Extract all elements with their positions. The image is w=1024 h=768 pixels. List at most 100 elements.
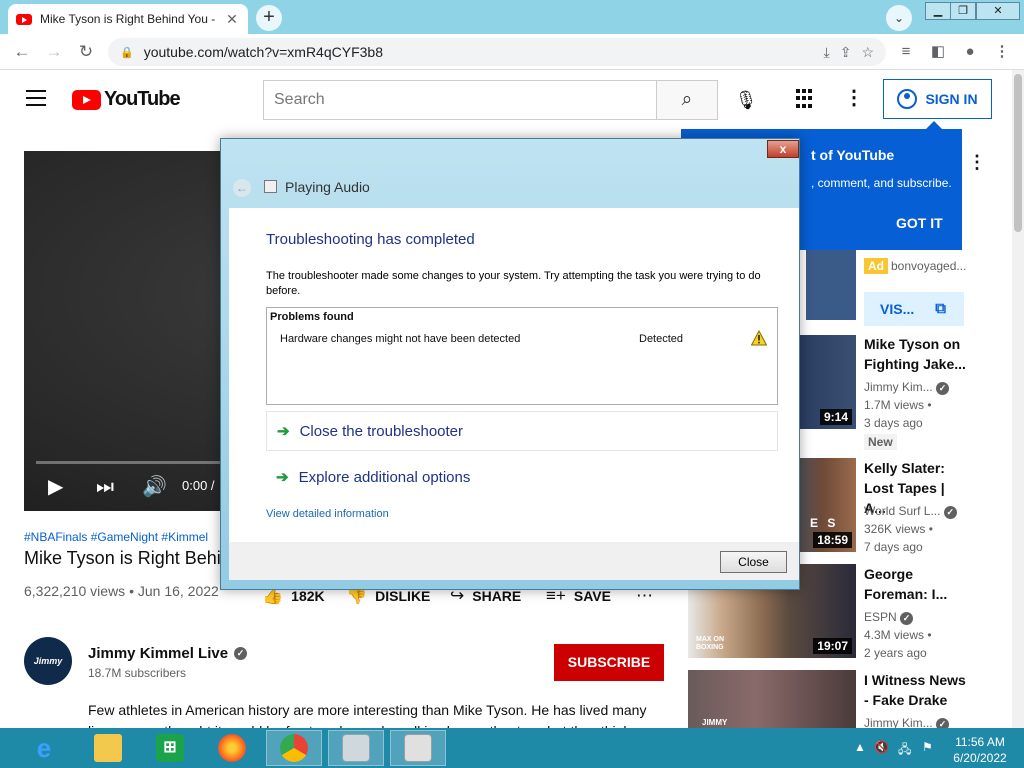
dialog-heading: Troubleshooting has completed <box>266 231 475 248</box>
recommendation-title[interactable]: George Foreman: I... <box>864 564 968 604</box>
chrome-icon <box>280 734 308 762</box>
taskbar-explorer[interactable] <box>80 730 136 766</box>
close-troubleshooter-option[interactable]: ➔ Close the troubleshooter <box>266 411 778 451</box>
chrome-menu-icon[interactable]: ⋮ <box>992 42 1012 62</box>
next-video-icon[interactable]: ⏭ <box>96 475 114 499</box>
windows-taskbar: e ⊞ ▲ 🔇 🖧 ⚑ <box>0 728 1024 768</box>
recommendation-channel[interactable]: Jimmy Kim... <box>864 380 933 394</box>
thumbnail-overlay-text: E S <box>810 516 839 530</box>
dislike-label: DISLIKE <box>375 588 431 604</box>
lock-icon: 🔒 <box>120 46 134 59</box>
recommendation-title[interactable]: Mike Tyson on Fighting Jake... <box>864 334 968 374</box>
recommendation-views: 326K views • <box>864 522 933 536</box>
new-tab-button[interactable]: + <box>256 5 282 31</box>
explore-options-option[interactable]: ➔ Explore additional options <box>266 457 778 497</box>
taskbar-chrome[interactable] <box>266 730 322 766</box>
back-arrow-icon[interactable]: ← <box>233 179 251 197</box>
apps-grid-icon[interactable] <box>796 89 816 109</box>
share-label: SHARE <box>472 588 522 604</box>
recommendation-title[interactable]: I Witness News - Fake Drake <box>864 670 968 710</box>
channel-name-row[interactable]: Jimmy Kimmel Live ✓ <box>88 645 248 662</box>
page-scrollbar[interactable] <box>1012 70 1024 728</box>
option-label: Close the troubleshooter <box>299 422 464 440</box>
sign-in-button[interactable]: SIGN IN <box>883 79 992 119</box>
view-details-link[interactable]: View detailed information <box>266 508 389 520</box>
recommendation-thumbnail[interactable]: JIMMY <box>688 670 856 728</box>
account-circle-icon <box>897 89 918 109</box>
problem-status: Detected <box>639 333 684 345</box>
recommendation-channel[interactable]: World Surf L... <box>864 504 940 518</box>
thumbnail-overlay-text: JIMMY <box>702 718 728 727</box>
close-button[interactable]: Close <box>720 551 787 573</box>
restore-button[interactable]: ❐ <box>950 2 976 20</box>
tab-close-icon[interactable]: ✕ <box>224 11 240 28</box>
subscriber-count: 18.7M subscribers <box>88 666 187 680</box>
recommendation-views: 1.7M views • <box>864 398 932 412</box>
taskbar-ie[interactable]: e <box>16 730 72 766</box>
recommendation-more-icon[interactable]: ⋮ <box>968 152 986 173</box>
show-hidden-icons-icon[interactable]: ▲ <box>854 740 866 754</box>
windows-store-icon: ⊞ <box>156 734 184 762</box>
taskbar-store[interactable]: ⊞ <box>142 730 198 766</box>
action-center-icon[interactable]: ⚑ <box>922 740 933 754</box>
clock-time: 11:56 AM <box>955 735 1005 749</box>
option-label: Explore additional options <box>298 468 471 486</box>
microphone-icon[interactable]: 🎙 <box>734 88 758 112</box>
recommendation-channel-row: Jimmy Kim... ✓ <box>864 378 950 396</box>
video-title: Mike Tyson is Right Behind You <box>24 548 224 568</box>
recommendation-age: 3 days ago <box>864 416 923 430</box>
recommendation-age: 7 days ago <box>864 540 923 554</box>
video-description[interactable]: Few athletes in American history are mor… <box>88 700 658 728</box>
channel-avatar[interactable]: Jimmy Kimmel <box>24 637 72 714</box>
tab-search-icon[interactable]: ⌄ <box>886 5 912 31</box>
address-bar-row: ← → ↻ 🔒 youtube.com/watch?v=xmR4qCYF3b8 … <box>0 34 1024 70</box>
taskbar-firefox[interactable] <box>204 730 260 766</box>
reading-list-icon[interactable]: ≡ <box>896 42 916 62</box>
settings-more-icon[interactable]: ⋮ <box>844 86 864 110</box>
bookmark-star-icon[interactable]: ☆ <box>861 44 874 61</box>
reload-icon[interactable]: ↻ <box>74 40 98 64</box>
youtube-logo[interactable]: YouTube <box>72 88 181 111</box>
volume-muted-icon[interactable]: 🔇 <box>874 740 889 754</box>
got-it-button[interactable]: GOT IT <box>896 215 943 231</box>
minimize-button[interactable]: ▁ <box>925 2 951 20</box>
window-close-button[interactable]: ✕ <box>976 2 1020 20</box>
video-duration: 18:59 <box>813 532 852 548</box>
back-arrow-icon[interactable]: ← <box>10 40 34 64</box>
firefox-icon <box>218 734 246 762</box>
omnibox[interactable]: 🔒 youtube.com/watch?v=xmR4qCYF3b8 ⤓ ⇪ ☆ <box>108 38 886 66</box>
dialog-title: Playing Audio <box>285 179 370 195</box>
share-page-icon[interactable]: ⇪ <box>840 44 852 61</box>
play-icon[interactable]: ▶ <box>48 475 63 499</box>
side-panel-icon[interactable]: ◧ <box>928 42 948 62</box>
like-count: 182K <box>291 588 325 604</box>
network-icon[interactable]: 🖧 <box>898 740 911 761</box>
search-input[interactable]: Search <box>263 80 657 120</box>
profile-icon[interactable]: ● <box>960 42 980 62</box>
problems-header: Problems found <box>270 311 354 323</box>
recommendation-channel[interactable]: ESPN <box>864 610 897 624</box>
video-hashtags[interactable]: #NBAFinals #GameNight #Kimmel <box>24 530 208 544</box>
search-button[interactable]: ⌕ <box>656 80 718 120</box>
taskbar-audio[interactable] <box>390 730 446 766</box>
problem-name: Hardware changes might not have been det… <box>280 333 521 345</box>
external-link-icon: ⧉ <box>935 300 946 317</box>
ad-thumbnail[interactable] <box>806 250 856 320</box>
hamburger-menu-icon[interactable] <box>26 90 46 106</box>
channel-name[interactable]: Jimmy Kimmel Live <box>88 645 228 662</box>
taskbar-troubleshooter[interactable] <box>328 730 384 766</box>
browser-tab[interactable]: Mike Tyson is Right Behind You - ✕ <box>8 4 248 34</box>
visit-site-button[interactable]: VIS... ⧉ <box>864 292 964 326</box>
volume-icon[interactable]: 🔊 <box>142 475 167 499</box>
scrollbar-thumb[interactable] <box>1014 74 1022 232</box>
url-text[interactable]: youtube.com/watch?v=xmR4qCYF3b8 <box>144 44 814 60</box>
green-arrow-icon: ➔ <box>276 469 289 486</box>
ad-source: bonvoyaged... <box>891 259 967 273</box>
thumbnail-overlay-text: MAX ON BOXING <box>696 636 724 651</box>
tooltip-arrow <box>925 121 943 130</box>
install-app-icon[interactable]: ⤓ <box>824 44 830 61</box>
taskbar-clock[interactable]: 11:56 AM 6/20/2022 <box>950 734 1010 766</box>
subscribe-button[interactable]: SUBSCRIBE <box>554 644 664 681</box>
dialog-close-button[interactable]: x <box>767 140 799 158</box>
forward-arrow-icon[interactable]: → <box>42 40 66 64</box>
